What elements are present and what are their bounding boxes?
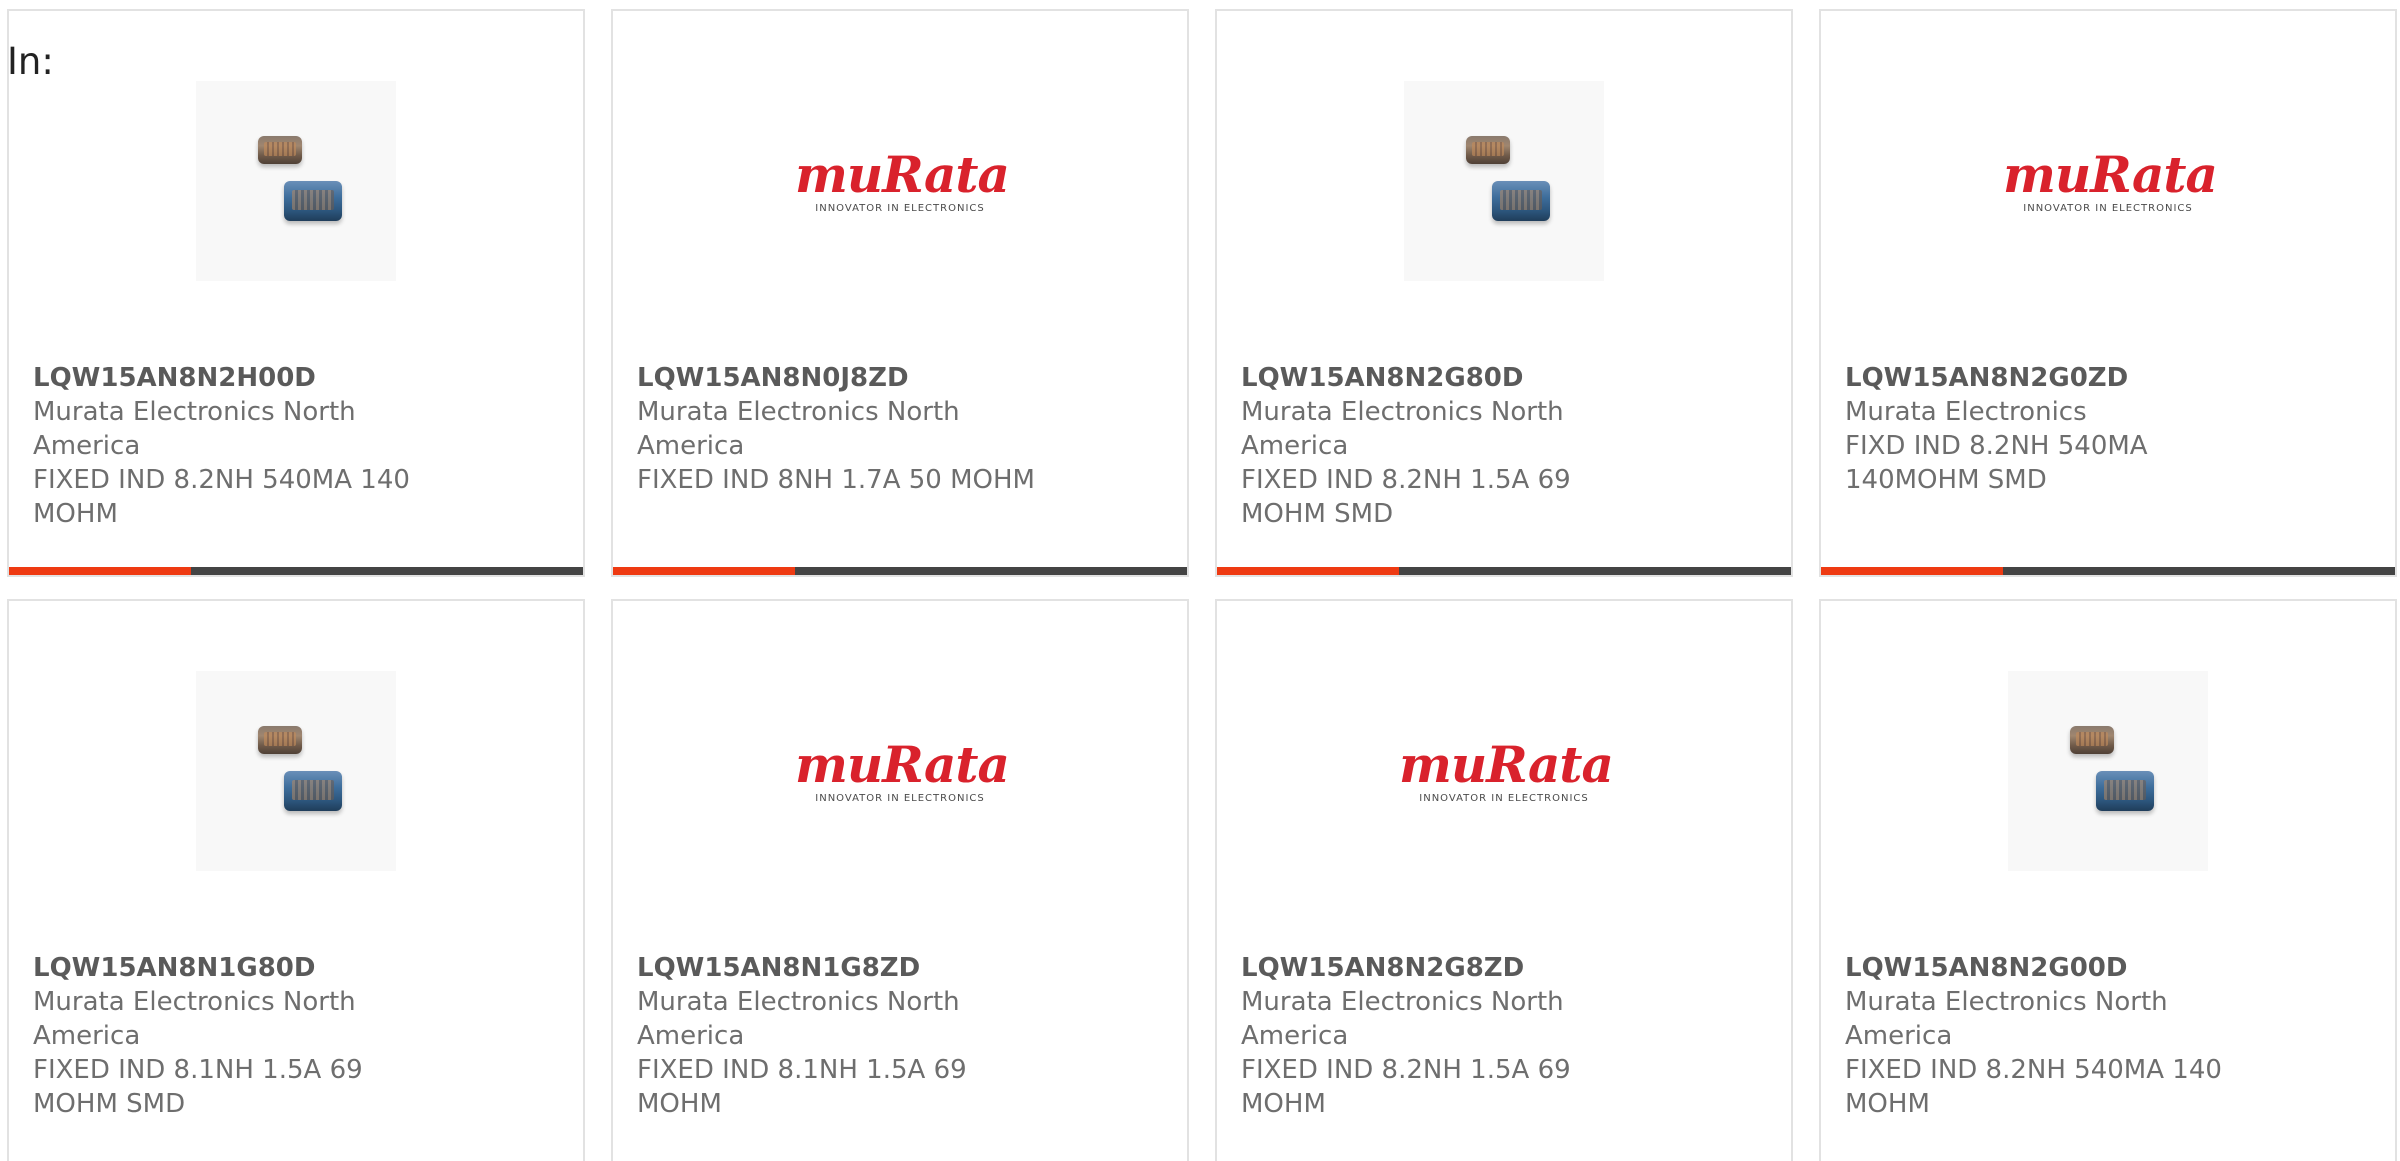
part-number[interactable]: LQW15AN8N2G00D (1845, 951, 2265, 985)
product-card[interactable]: muRata INNOVATOR IN ELECTRONICS LQW15AN8… (1215, 599, 1793, 1161)
product-image[interactable]: muRata INNOVATOR IN ELECTRONICS (1217, 671, 1791, 871)
product-image[interactable]: muRata INNOVATOR IN ELECTRONICS (1821, 81, 2395, 281)
card-accent-bar (613, 567, 795, 575)
description: FIXED IND 8.1NH 1.5A 69 MOHM (637, 1055, 967, 1119)
murata-logo-word: muRata (1399, 734, 1614, 794)
chip-large-icon (284, 181, 342, 221)
card-accent-bar (9, 567, 191, 575)
manufacturer: Murata Electronics North America (1241, 987, 1564, 1051)
chip-small-icon (1466, 136, 1510, 164)
product-card[interactable]: muRata INNOVATOR IN ELECTRONICS LQW15AN8… (1819, 9, 2397, 577)
manufacturer: Murata Electronics North America (1845, 987, 2168, 1051)
product-card[interactable]: muRata INNOVATOR IN ELECTRONICS LQW15AN8… (611, 9, 1189, 577)
product-grid-page: In: LQW15AN8N2H00D Murata Electronics No… (0, 0, 2400, 1161)
product-image[interactable] (9, 81, 583, 281)
inductor-chip-photo (196, 671, 396, 871)
inductor-chip-photo (2008, 671, 2208, 871)
card-bottom-bar (9, 567, 583, 575)
murata-logo-word: muRata (795, 734, 1010, 794)
manufacturer: Murata Electronics North America (637, 987, 960, 1051)
inductor-chip-photo (196, 81, 396, 281)
product-image[interactable] (1821, 671, 2395, 871)
manufacturer: Murata Electronics North America (1241, 397, 1564, 461)
card-bottom-bar (613, 567, 1187, 575)
description: FIXED IND 8NH 1.7A 50 MOHM (637, 465, 1035, 495)
product-image[interactable] (1217, 81, 1791, 281)
chip-small-icon (2070, 726, 2114, 754)
description: FIXED IND 8.2NH 540MA 140 MOHM (1845, 1055, 2222, 1119)
murata-logo-tagline: INNOVATOR IN ELECTRONICS (815, 202, 985, 214)
manufacturer: Murata Electronics (1845, 397, 2087, 427)
manufacturer: Murata Electronics North America (637, 397, 960, 461)
product-card[interactable]: LQW15AN8N2H00D Murata Electronics North … (7, 9, 585, 577)
chip-large-icon (2096, 771, 2154, 811)
murata-logo-tagline: INNOVATOR IN ELECTRONICS (1419, 792, 1589, 804)
card-bottom-bar (1821, 567, 2395, 575)
chip-large-icon (1492, 181, 1550, 221)
card-accent-bar (1217, 567, 1399, 575)
description: FIXD IND 8.2NH 540MA 140MOHM SMD (1845, 431, 2148, 495)
murata-logo: muRata INNOVATOR IN ELECTRONICS (1399, 734, 1614, 804)
part-number[interactable]: LQW15AN8N2G80D (1241, 361, 1661, 395)
product-image[interactable] (9, 671, 583, 871)
product-card[interactable]: LQW15AN8N1G80D Murata Electronics North … (7, 599, 585, 1161)
murata-logo: muRata INNOVATOR IN ELECTRONICS (795, 734, 1010, 804)
part-number[interactable]: LQW15AN8N2G8ZD (1241, 951, 1661, 985)
card-bottom-bar (1217, 567, 1791, 575)
part-number[interactable]: LQW15AN8N2H00D (33, 361, 453, 395)
chip-large-icon (284, 771, 342, 811)
card-accent-bar (1821, 567, 2003, 575)
manufacturer: Murata Electronics North America (33, 987, 356, 1051)
murata-logo: muRata INNOVATOR IN ELECTRONICS (795, 144, 1010, 214)
chip-small-icon (258, 136, 302, 164)
in-label: In: (7, 40, 54, 83)
product-card[interactable]: muRata INNOVATOR IN ELECTRONICS LQW15AN8… (611, 599, 1189, 1161)
murata-logo: muRata INNOVATOR IN ELECTRONICS (2003, 144, 2218, 214)
product-card[interactable]: LQW15AN8N2G80D Murata Electronics North … (1215, 9, 1793, 577)
part-number[interactable]: LQW15AN8N1G80D (33, 951, 453, 985)
inductor-chip-photo (1404, 81, 1604, 281)
product-image[interactable]: muRata INNOVATOR IN ELECTRONICS (613, 671, 1187, 871)
manufacturer: Murata Electronics North America (33, 397, 356, 461)
murata-logo-word: muRata (2003, 144, 2218, 204)
murata-logo-tagline: INNOVATOR IN ELECTRONICS (815, 792, 985, 804)
part-number[interactable]: LQW15AN8N2G0ZD (1845, 361, 2265, 395)
part-number[interactable]: LQW15AN8N1G8ZD (637, 951, 1057, 985)
murata-logo-tagline: INNOVATOR IN ELECTRONICS (2023, 202, 2193, 214)
description: FIXED IND 8.2NH 540MA 140 MOHM (33, 465, 410, 529)
description: FIXED IND 8.2NH 1.5A 69 MOHM (1241, 1055, 1571, 1119)
description: FIXED IND 8.2NH 1.5A 69 MOHM SMD (1241, 465, 1571, 529)
part-number[interactable]: LQW15AN8N0J8ZD (637, 361, 1057, 395)
product-image[interactable]: muRata INNOVATOR IN ELECTRONICS (613, 81, 1187, 281)
chip-small-icon (258, 726, 302, 754)
product-card[interactable]: LQW15AN8N2G00D Murata Electronics North … (1819, 599, 2397, 1161)
description: FIXED IND 8.1NH 1.5A 69 MOHM SMD (33, 1055, 363, 1119)
murata-logo-word: muRata (795, 144, 1010, 204)
